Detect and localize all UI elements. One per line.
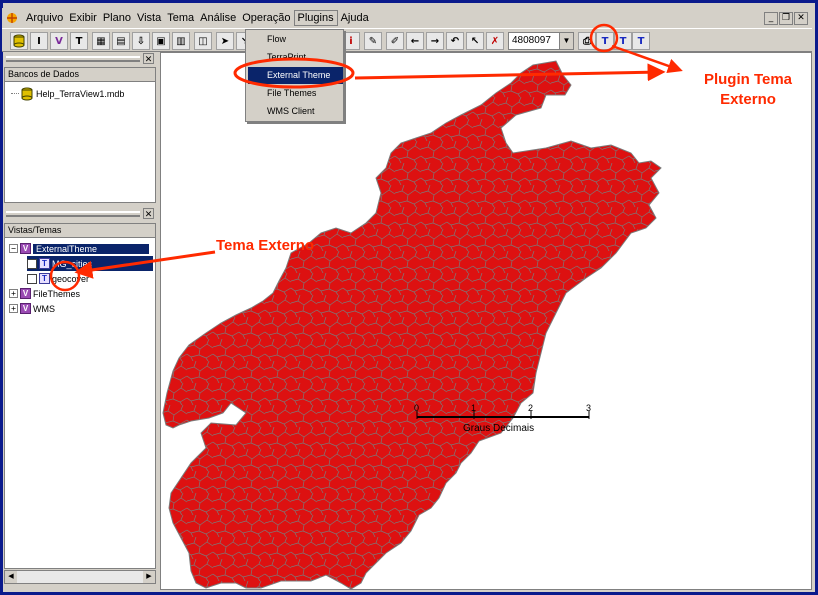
arrow-right-icon[interactable]: →	[426, 32, 444, 50]
grid-icon[interactable]: ▥	[172, 32, 190, 50]
menu-item-wms-client[interactable]: WMS Client	[248, 103, 343, 120]
scale-tick-1: 1	[471, 403, 477, 413]
file-themes-plugin-icon[interactable]: T	[614, 32, 632, 50]
scale-bar: 0 1 2 3 Graus Decimais	[414, 403, 592, 439]
theme-visibility-checkbox[interactable]	[27, 273, 37, 284]
map-canvas[interactable]: 0 1 2 3 Graus Decimais	[160, 52, 812, 590]
menu-item-terraprint[interactable]: TerraPrint	[248, 49, 343, 66]
views-panel: Vistas/Temas − V ExternalTheme ✓ T MG_ci…	[4, 223, 156, 569]
scale-value: 4808097	[512, 35, 551, 46]
views-panel-header: Vistas/Temas	[5, 224, 155, 238]
draw-icon[interactable]: ✐	[386, 32, 404, 50]
info-icon[interactable]: i	[342, 32, 360, 50]
view-label: FileThemes	[33, 288, 81, 299]
print-icon[interactable]: ⎙	[578, 32, 596, 50]
tree-view-filethemes[interactable]: + V FileThemes	[9, 286, 80, 301]
plugin-callout: Plugin Tema Externo	[703, 71, 793, 108]
restore-button[interactable]: ❐	[779, 11, 793, 25]
query-icon[interactable]: ▤	[112, 32, 130, 50]
terraview-logo-icon	[7, 13, 17, 23]
window-controls: _ ❐ ✕	[764, 11, 812, 25]
close-icon[interactable]: ✕	[143, 53, 154, 64]
view-icon: V	[20, 243, 31, 254]
menu-exibir[interactable]: Exibir	[66, 11, 100, 25]
databases-panel-grip[interactable]: ✕	[4, 53, 156, 65]
theme-icon: T	[39, 258, 50, 269]
external-theme-plugin-icon[interactable]: T	[596, 32, 614, 50]
databases-panel: Bancos de Dados Help_TerraView1.mdb	[4, 67, 156, 203]
menu-tema[interactable]: Tema	[164, 11, 197, 25]
close-icon[interactable]: ✕	[143, 208, 154, 219]
map-state-polygon	[162, 60, 662, 590]
wms-plugin-icon[interactable]: T	[632, 32, 650, 50]
menu-plugins[interactable]: Plugins	[293, 10, 338, 26]
horizontal-scrollbar[interactable]: ◀ ▶	[4, 570, 156, 584]
collapse-icon[interactable]: −	[9, 244, 18, 253]
database-icon[interactable]	[10, 32, 28, 50]
minimize-button[interactable]: _	[764, 11, 778, 25]
theme-label: geocover	[52, 273, 90, 284]
delete-icon[interactable]: ✗	[486, 32, 504, 50]
menu-operacao[interactable]: Operação	[239, 11, 293, 25]
pointer-icon[interactable]: ➤	[216, 32, 234, 50]
tree-theme-mg-cities[interactable]: ✓ T MG_cities	[27, 256, 153, 271]
table-icon[interactable]: ◫	[194, 32, 212, 50]
database-label: Help_TerraView1.mdb	[36, 88, 125, 99]
chevron-down-icon[interactable]: ▼	[559, 33, 573, 49]
close-button[interactable]: ✕	[794, 11, 808, 25]
expand-icon[interactable]: +	[9, 304, 18, 313]
menubar: Arquivo Exibir Plano Vista Tema Análise …	[2, 8, 812, 28]
cursor-icon[interactable]: ↖	[466, 32, 484, 50]
menu-ajuda[interactable]: Ajuda	[338, 11, 372, 25]
menu-item-external-theme[interactable]: External Theme	[248, 67, 343, 84]
database-item[interactable]: Help_TerraView1.mdb	[11, 86, 124, 101]
menu-arquivo[interactable]: Arquivo	[23, 11, 66, 25]
theme-icon: T	[39, 273, 50, 284]
tree-theme-geocover[interactable]: T geocover	[27, 271, 89, 286]
scale-combobox[interactable]: 4808097 ▼	[508, 32, 574, 50]
scroll-left-icon[interactable]: ◀	[5, 571, 17, 583]
views-panel-grip[interactable]: ✕	[4, 208, 156, 220]
info-layer-icon[interactable]: I	[30, 32, 48, 50]
menu-analise[interactable]: Análise	[197, 11, 239, 25]
display-icon[interactable]: ▣	[152, 32, 170, 50]
view-label: ExternalTheme	[33, 243, 149, 254]
theme-label: MG_cities	[52, 258, 93, 269]
scale-tick-2: 2	[528, 403, 534, 413]
tree-view-externaltheme[interactable]: − V ExternalTheme	[9, 241, 149, 256]
import-icon[interactable]: ▦	[92, 32, 110, 50]
theme-callout: Tema Externo	[216, 237, 315, 254]
undo-icon[interactable]: ↶	[446, 32, 464, 50]
arrow-left-icon[interactable]: ←	[406, 32, 424, 50]
menu-plano[interactable]: Plano	[100, 11, 134, 25]
theme-icon[interactable]: T	[70, 32, 88, 50]
database-icon	[21, 87, 33, 100]
databases-panel-header: Bancos de Dados	[5, 68, 155, 82]
menu-item-flow[interactable]: Flow	[248, 31, 343, 48]
menu-item-file-themes[interactable]: File Themes	[248, 85, 343, 102]
scroll-right-icon[interactable]: ▶	[143, 571, 155, 583]
view-icon: V	[20, 288, 31, 299]
view-icon[interactable]: V	[50, 32, 68, 50]
plugins-dropdown-menu: Flow TerraPrint External Theme File Them…	[245, 29, 344, 122]
expand-icon[interactable]: +	[9, 289, 18, 298]
view-label: WMS	[33, 303, 55, 314]
menu-vista[interactable]: Vista	[134, 11, 164, 25]
scale-label: Graus Decimais	[463, 423, 535, 434]
toolbar: I V T ▦ ▤ ⇩ ▣ ▥ ◫ ➤ ↘ i ✎ ✐ ← → ↶ ↖ ✗ 48…	[2, 28, 812, 52]
scale-tick-0: 0	[414, 403, 420, 413]
theme-visibility-checkbox[interactable]: ✓	[27, 258, 37, 269]
edit-icon[interactable]: ✎	[364, 32, 382, 50]
scale-tick-3: 3	[586, 403, 592, 413]
tree-view-wms[interactable]: + V WMS	[9, 301, 55, 316]
export-icon[interactable]: ⇩	[132, 32, 150, 50]
view-icon: V	[20, 303, 31, 314]
